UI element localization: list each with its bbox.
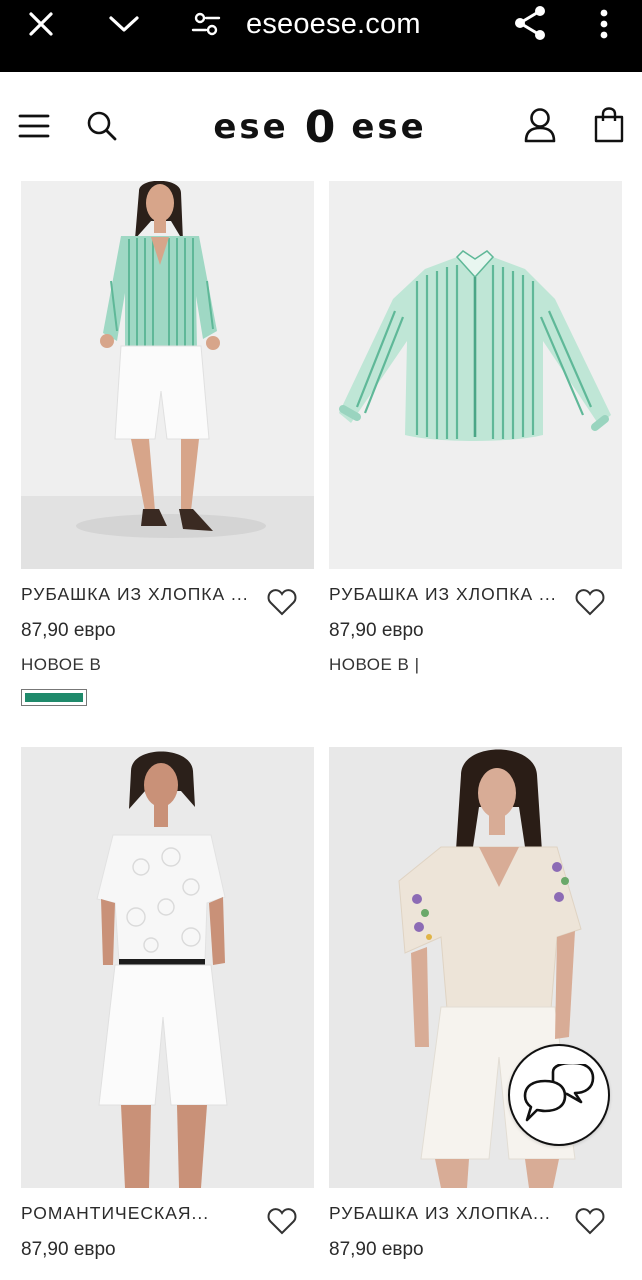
product-name[interactable]: РУБАШКА ИЗ ХЛОПКА ... — [21, 584, 261, 605]
product-image[interactable] — [21, 747, 314, 1188]
logo-zero: 0 — [304, 101, 336, 153]
product-price: 87,90 евро — [329, 620, 424, 641]
product-name[interactable]: РУБАШКА ИЗ ХЛОПКА... — [329, 1203, 569, 1224]
share-icon[interactable] — [511, 4, 549, 42]
product-card[interactable]: РУБАШКА ИЗ ХЛОПКА... 87,90 евро — [329, 747, 622, 1267]
product-card[interactable]: РУБАШКА ИЗ ХЛОПКА ... 87,90 евро НОВОЕ В — [21, 181, 314, 711]
close-icon[interactable] — [22, 6, 60, 42]
heart-icon[interactable] — [574, 586, 606, 618]
heart-icon[interactable] — [266, 1205, 298, 1237]
logo-word-right: ese — [351, 107, 427, 147]
product-price: 87,90 евро — [21, 620, 116, 641]
product-card[interactable]: РУБАШКА ИЗ ХЛОПКА ... 87,90 евро НОВОЕ В… — [329, 181, 622, 681]
product-badge: НОВОЕ В — [21, 655, 102, 674]
chat-bubbles-icon — [523, 1064, 595, 1122]
url-bar[interactable]: eseoese.com — [246, 4, 421, 44]
product-name[interactable]: РУБАШКА ИЗ ХЛОПКА ... — [329, 584, 569, 605]
brand-logo[interactable]: ese 0 ese — [200, 101, 440, 153]
search-icon[interactable] — [84, 108, 120, 144]
product-price: 87,90 евро — [21, 1239, 116, 1260]
heart-icon[interactable] — [266, 586, 298, 618]
chat-button[interactable] — [508, 1044, 610, 1146]
site-settings-icon[interactable] — [188, 6, 224, 42]
account-icon[interactable] — [521, 106, 559, 144]
product-card[interactable]: РОМАНТИЧЕСКАЯ... 87,90 евро — [21, 747, 314, 1267]
color-swatch-fill — [25, 693, 83, 702]
menu-icon[interactable] — [16, 108, 52, 144]
shopping-bag-icon[interactable] — [590, 106, 628, 144]
browser-toolbar: eseoese.com — [0, 0, 642, 72]
chevron-down-icon[interactable] — [104, 6, 144, 42]
color-swatch[interactable] — [21, 689, 87, 706]
more-options-icon[interactable] — [590, 6, 618, 42]
product-price: 87,90 евро — [329, 1239, 424, 1260]
product-image[interactable] — [329, 181, 622, 569]
product-badge: НОВОЕ В | — [329, 655, 420, 674]
site-header: ese 0 ese — [0, 72, 642, 182]
heart-icon[interactable] — [574, 1205, 606, 1237]
product-image[interactable] — [21, 181, 314, 569]
logo-word-left: ese — [213, 107, 289, 147]
product-name[interactable]: РОМАНТИЧЕСКАЯ... — [21, 1203, 261, 1224]
